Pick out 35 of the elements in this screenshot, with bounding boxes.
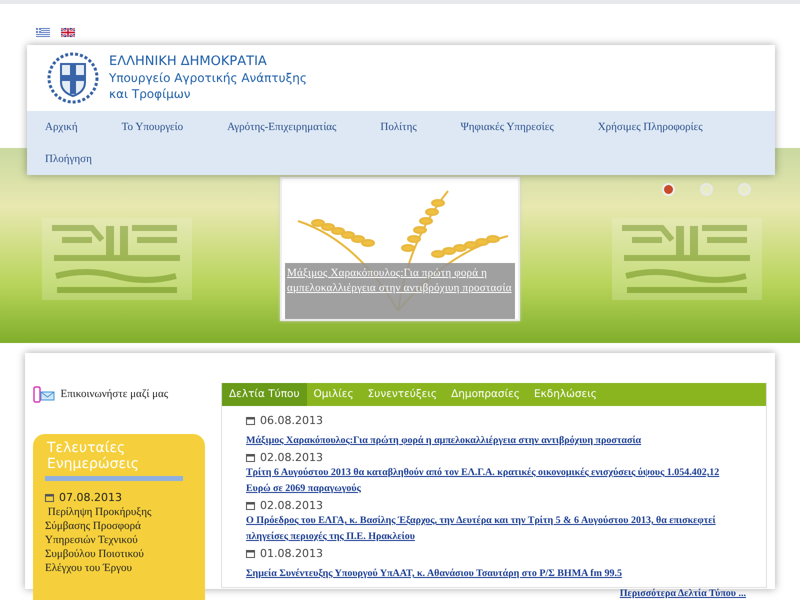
calendar-icon (246, 416, 255, 425)
nav-link[interactable]: Πλοήγηση (35, 143, 102, 175)
slider-dot[interactable] (700, 183, 713, 196)
site-title: ΕΛΛΗΝΙΚΗ ΔΗΜΟΚΡΑΤΙΑ (109, 54, 268, 70)
phone-and-envelope-icon (33, 386, 55, 404)
more-press-releases-link[interactable]: Περισσότερα Δελτία Τύπου ... (620, 586, 746, 600)
calendar-icon (246, 549, 255, 558)
nav-link[interactable]: Αρχική (35, 111, 88, 143)
news-tab[interactable]: Δελτία Τύπου (222, 383, 307, 406)
news-title-link[interactable]: Τρίτη 6 Αυγούστου 2013 θα καταβληθούν από τον ΕΛ.Γ.Α. κρατικές οικονομικές ενισχύσεις ύψους 1.054.402,12 Ευρώ σε 2069 παραγωγούς (246, 465, 746, 497)
greek-flag-icon[interactable] (36, 28, 50, 37)
coat-of-arms-icon (47, 52, 99, 104)
calendar-icon (246, 453, 255, 462)
nav-link[interactable]: Ψηφιακές Υπηρεσίες (450, 111, 564, 143)
news-title-link[interactable]: Μάξιμος Χαρακόπουλος:Για πρώτη φορά η αμπελοκαλλιέργεια στην αντιβρόχιυη προστασία (246, 433, 642, 449)
news-date: 02.08.2013 (260, 450, 323, 465)
contact-link[interactable]: Επικοινωνήστε μαζί μας (55, 388, 168, 400)
nav-link[interactable]: Το Υπουργείο (112, 111, 194, 143)
news-date: 01.08.2013 (260, 546, 323, 561)
update-date: 07.08.2013 (59, 491, 122, 504)
nav-link[interactable]: Πολίτης (370, 111, 427, 143)
calendar-icon (45, 493, 54, 502)
ministry-name-line: και Τροφίμων (109, 86, 192, 102)
calendar-icon (246, 501, 255, 510)
ministry-name-line: Υπουργείο Αγροτικής Ανάπτυξης (109, 70, 307, 86)
updates-heading: Τελευταίες Ενημερώσεις (46, 440, 140, 472)
slider-dot[interactable] (738, 183, 751, 196)
news-date: 06.08.2013 (260, 413, 323, 428)
uk-flag-icon[interactable] (61, 28, 75, 37)
nav-link[interactable]: Αγρότης-Επιχειρηματίας (217, 111, 346, 143)
update-link[interactable]: Περίληψη Προκήρυξης Σύμβασης Προσφορά Υπηρεσιών Τεχνικού Συμβούλου Ποιοτικού Ελέγχου του Έργου (45, 505, 183, 575)
news-title-link[interactable]: Σημεία Συνέντευξης Υπουργού ΥπΑΑΤ, κ. Αθανάσιου Τσαυτάρη στο Ρ/Σ ΒΗΜΑ fm 99.5 (246, 566, 622, 582)
news-date: 02.08.2013 (260, 498, 323, 513)
nav-link[interactable]: Χρήσιμες Πληροφορίες (588, 111, 713, 143)
news-title-link[interactable]: Ο Πρόεδρος του ΕΛΓΑ, κ. Βασίλης Έξαρχος, την Δευτέρα και την Τρίτη 5 & 6 Αυγούστου 2013, θα επισκεφτεί πληγείσες περιοχές της Π.Ε. Ηρακλείου (246, 513, 746, 545)
